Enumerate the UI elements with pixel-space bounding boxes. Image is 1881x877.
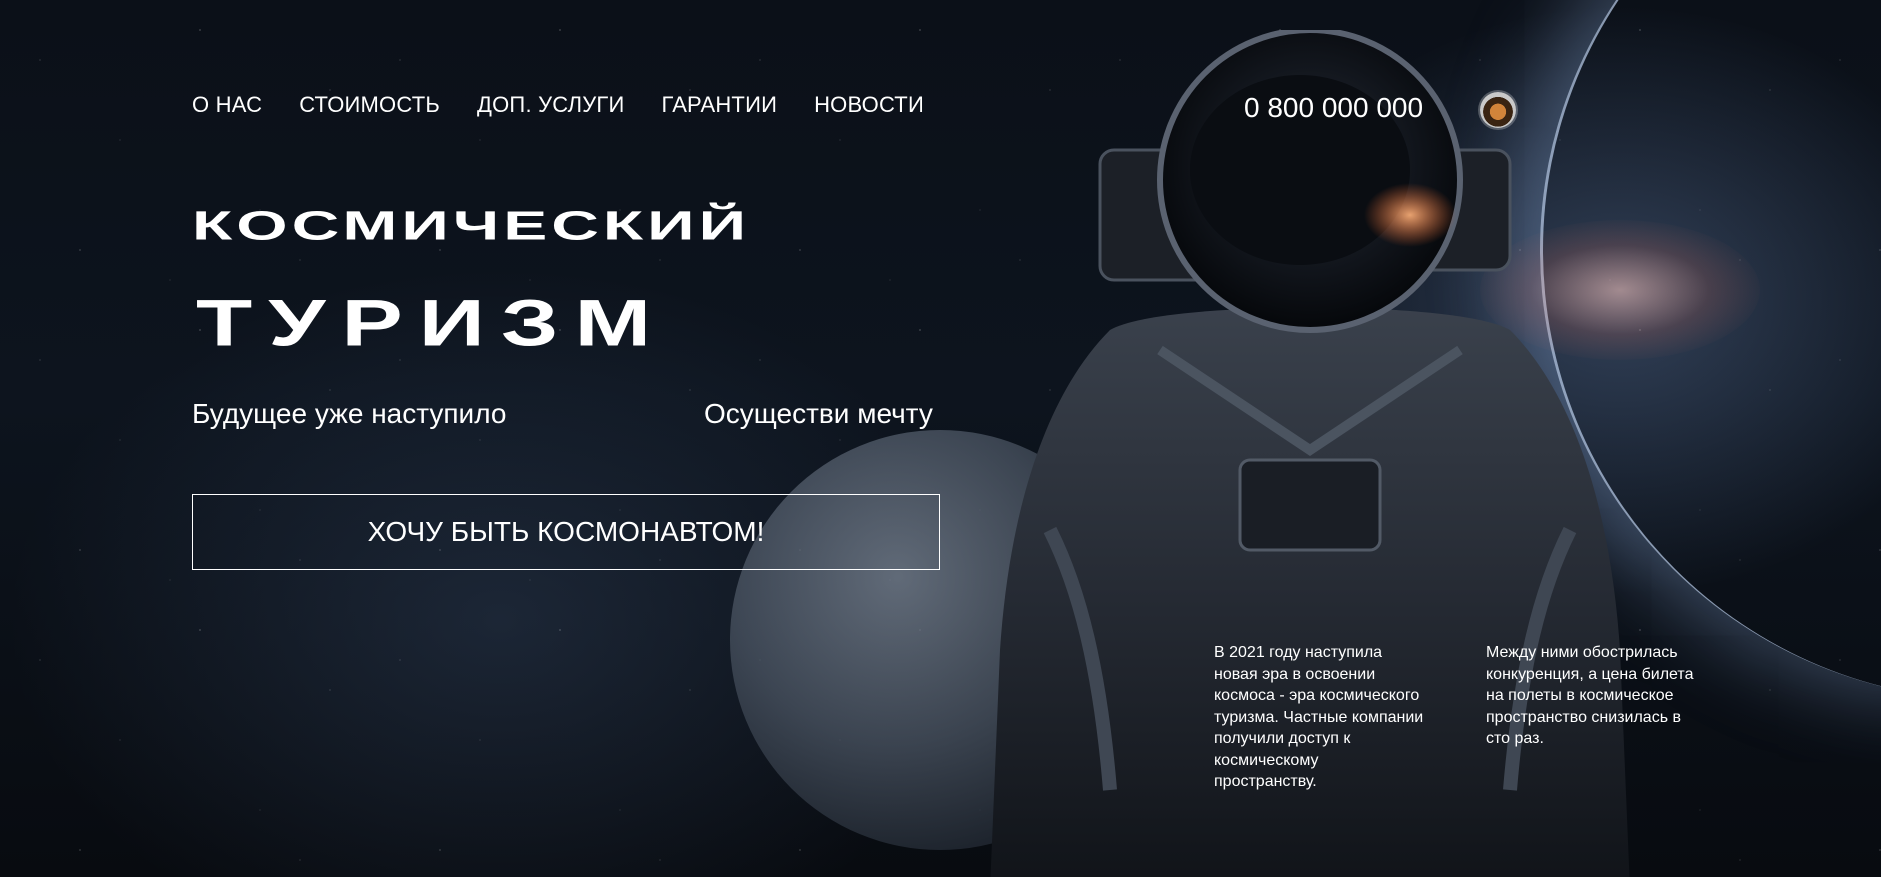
nav-item-about[interactable]: О НАС [192, 92, 262, 118]
nav-item-news[interactable]: НОВОСТИ [814, 92, 924, 118]
page-title-line1: КОСМИЧЕСКИЙ [192, 202, 751, 249]
nav-item-guarantees[interactable]: ГАРАНТИИ [662, 92, 778, 118]
info-text-2021: В 2021 году наступила новая эра в освоен… [1214, 644, 1424, 790]
page-title-line2: ТУРИЗМ [196, 286, 668, 360]
tagline-right: Осуществи мечту [704, 398, 933, 429]
tagline-left: Будущее уже наступило [192, 398, 507, 429]
hero-section: О НАС СТОИМОСТЬ ДОП. УСЛУГИ ГАРАНТИИ НОВ… [0, 0, 1881, 877]
info-text-competition: Между ними обострилась конкуренция, а це… [1486, 644, 1694, 747]
phone-number[interactable]: 0 800 000 000 [1244, 92, 1423, 124]
main-nav: О НАС СТОИМОСТЬ ДОП. УСЛУГИ ГАРАНТИИ НОВ… [192, 92, 924, 118]
become-cosmonaut-button[interactable]: ХОЧУ БЫТЬ КОСМОНАВТОМ! [192, 494, 940, 570]
astronaut-avatar-icon[interactable] [1480, 92, 1516, 128]
nav-item-price[interactable]: СТОИМОСТЬ [299, 92, 440, 118]
nav-item-services[interactable]: ДОП. УСЛУГИ [477, 92, 625, 118]
